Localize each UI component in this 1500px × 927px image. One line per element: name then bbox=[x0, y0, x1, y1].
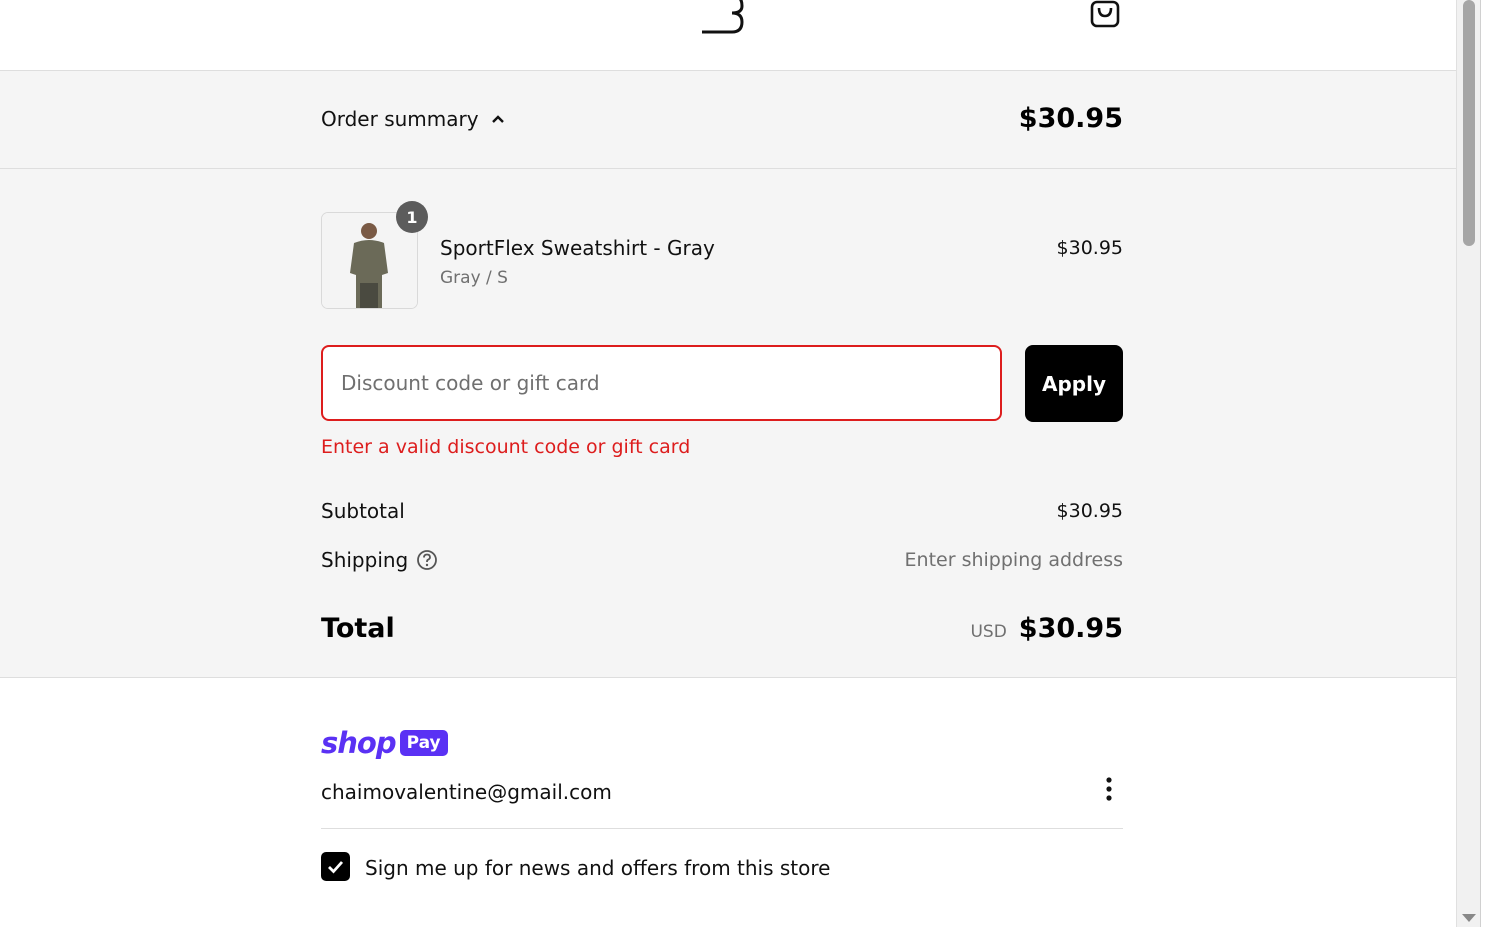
vertical-scrollbar[interactable] bbox=[1456, 0, 1481, 927]
discount-error-message: Enter a valid discount code or gift card bbox=[321, 436, 691, 458]
brand-logo-icon[interactable] bbox=[698, 0, 746, 34]
currency-code: USD bbox=[970, 622, 1007, 642]
header bbox=[0, 0, 1456, 71]
scroll-down-arrow-icon[interactable] bbox=[1462, 914, 1476, 922]
subtotal-value: $30.95 bbox=[1056, 500, 1123, 522]
shop-pay-logo: shop Pay bbox=[321, 726, 448, 760]
newsletter-label: Sign me up for news and offers from this… bbox=[365, 856, 831, 880]
shop-pay-word: shop bbox=[321, 726, 397, 760]
window-edge bbox=[1480, 0, 1500, 927]
divider bbox=[321, 828, 1123, 829]
discount-code-input[interactable] bbox=[321, 345, 1002, 421]
newsletter-checkbox[interactable] bbox=[321, 852, 350, 881]
order-summary-toggle[interactable]: Order summary bbox=[321, 107, 505, 131]
scrollbar-thumb[interactable] bbox=[1463, 0, 1475, 246]
shipping-row-label: Shipping bbox=[321, 548, 438, 572]
question-circle-icon[interactable] bbox=[416, 549, 438, 571]
order-summary-bar: Order summary $30.95 bbox=[0, 71, 1456, 169]
subtotal-label: Subtotal bbox=[321, 499, 405, 523]
product-variant: Gray / S bbox=[440, 268, 508, 288]
order-summary-label: Order summary bbox=[321, 107, 479, 131]
chevron-up-icon bbox=[491, 115, 504, 123]
checkout-page: Order summary $30.95 1 SportFlex Sweatsh… bbox=[0, 0, 1456, 927]
total-label: Total bbox=[321, 613, 395, 644]
total-value: $30.95 bbox=[1018, 613, 1123, 644]
product-name: SportFlex Sweatshirt - Gray bbox=[440, 236, 715, 260]
apply-button[interactable]: Apply bbox=[1025, 345, 1123, 422]
more-options-icon[interactable] bbox=[1098, 774, 1120, 806]
shipping-label: Shipping bbox=[321, 548, 409, 572]
checkmark-icon bbox=[328, 861, 344, 874]
order-summary-total: $30.95 bbox=[1018, 103, 1123, 134]
order-summary-panel: Order summary $30.95 1 SportFlex Sweatsh… bbox=[0, 71, 1456, 678]
shipping-value: Enter shipping address bbox=[904, 549, 1123, 571]
product-price: $30.95 bbox=[1056, 237, 1123, 259]
total-value-group: USD $30.95 bbox=[970, 613, 1123, 644]
shopping-bag-icon[interactable] bbox=[1088, 0, 1122, 28]
quantity-badge: 1 bbox=[396, 201, 428, 233]
shop-pay-email: chaimovalentine@gmail.com bbox=[321, 780, 612, 804]
shop-pay-pill: Pay bbox=[399, 730, 448, 756]
